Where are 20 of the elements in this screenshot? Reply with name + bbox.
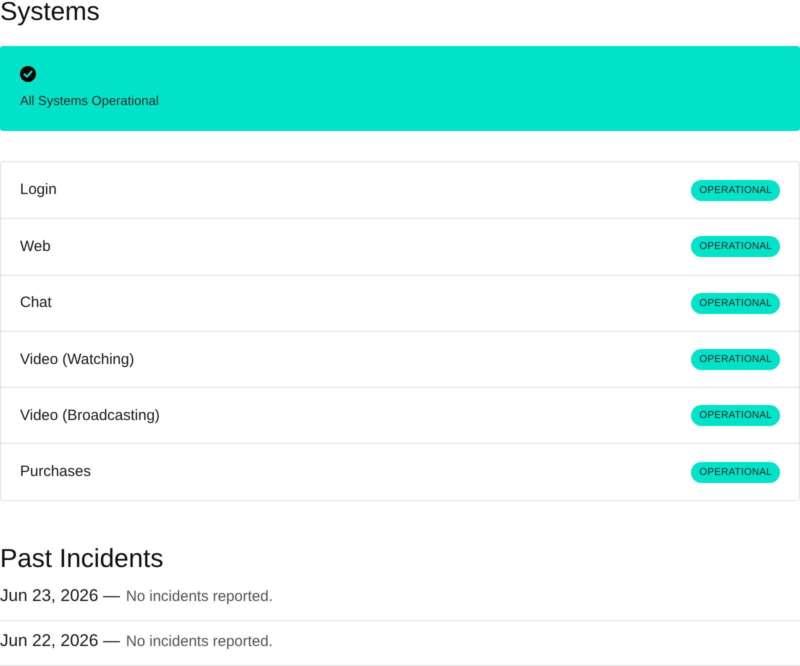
incident-date: Jun 23, 2026 — bbox=[0, 584, 120, 607]
section-heading: Past Incidents bbox=[0, 542, 164, 573]
status-badge: OPERATIONAL bbox=[691, 405, 780, 426]
service-name: Video (Broadcasting) bbox=[20, 406, 160, 425]
status-badge: OPERATIONAL bbox=[691, 462, 780, 483]
status-message: All Systems Operational bbox=[20, 93, 159, 109]
status-badge: OPERATIONAL bbox=[691, 180, 780, 201]
service-name: Purchases bbox=[20, 463, 91, 482]
incident-note: No incidents reported. bbox=[126, 586, 273, 607]
status-badge: OPERATIONAL bbox=[691, 236, 780, 258]
service-name: Chat bbox=[20, 294, 52, 312]
section-heading: Systems bbox=[0, 0, 100, 26]
incident-note: No incidents reported. bbox=[126, 632, 273, 652]
status-badge: OPERATIONAL bbox=[691, 349, 780, 370]
service-name: Video (Watching) bbox=[20, 350, 134, 369]
incident-date: Jun 22, 2026 — bbox=[0, 630, 120, 652]
service-name: Login bbox=[20, 181, 57, 200]
check-circle-icon bbox=[20, 66, 36, 82]
status-badge: OPERATIONAL bbox=[691, 292, 780, 314]
service-name: Web bbox=[20, 238, 51, 256]
